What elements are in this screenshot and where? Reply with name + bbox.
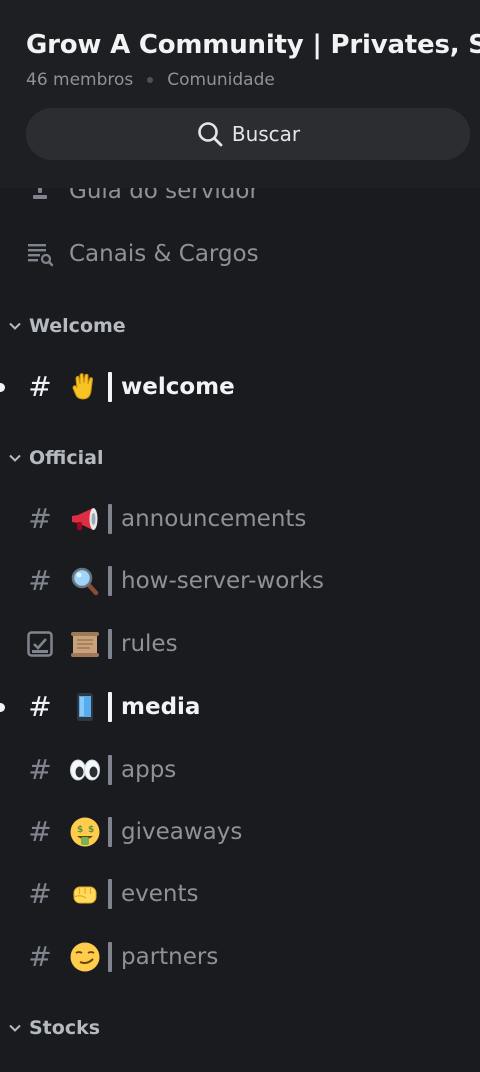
mobile-phone-emoji bbox=[77, 693, 93, 721]
channel-separator bbox=[108, 566, 112, 596]
channel-name: apps bbox=[121, 757, 177, 783]
channel-welcome[interactable]: # welcome bbox=[0, 361, 480, 413]
channel-partners[interactable]: # partners bbox=[0, 931, 480, 983]
megaphone-emoji bbox=[72, 508, 98, 530]
svg-text:$: $ bbox=[88, 825, 94, 835]
text-channel-icon: # bbox=[28, 940, 52, 973]
channel-rules[interactable]: rules bbox=[0, 618, 480, 670]
channel-separator bbox=[108, 879, 112, 909]
server-title[interactable]: Grow A Community | Privates, S… bbox=[26, 30, 480, 60]
text-channel-icon: # bbox=[28, 370, 52, 403]
chevron-down-icon bbox=[9, 1024, 21, 1032]
channel-name: announcements bbox=[121, 506, 307, 532]
unread-indicator bbox=[0, 702, 5, 712]
server-guide-item[interactable]: Guia do servidor bbox=[0, 188, 480, 216]
channel-name: events bbox=[121, 881, 199, 907]
member-count: 46 membros bbox=[26, 70, 134, 90]
server-guide-label: Guia do servidor bbox=[69, 188, 259, 204]
channels-roles-icon bbox=[28, 244, 54, 267]
search-button[interactable]: Buscar bbox=[26, 108, 470, 160]
oncoming-fist-emoji bbox=[73, 886, 97, 904]
category-label: Official bbox=[29, 447, 104, 469]
channel-name: how-server-works bbox=[121, 568, 325, 594]
text-channel-icon: # bbox=[28, 815, 52, 848]
svg-text:$: $ bbox=[77, 825, 83, 835]
channel-name: giveaways bbox=[121, 819, 243, 845]
waving-hand-emoji bbox=[72, 373, 94, 400]
channel-name: partners bbox=[121, 944, 219, 970]
channels-roles-item[interactable]: Canais & Cargos bbox=[0, 229, 480, 279]
chevron-down-icon bbox=[9, 322, 21, 330]
search-icon bbox=[198, 122, 223, 147]
text-channel-icon: # bbox=[28, 877, 52, 910]
channel-announcements[interactable]: # announcements bbox=[0, 493, 480, 545]
eyes-emoji bbox=[70, 759, 100, 781]
unread-indicator bbox=[0, 382, 5, 392]
channel-separator bbox=[108, 755, 112, 785]
channel-media[interactable]: # media bbox=[0, 681, 480, 733]
channel-list[interactable]: Guia do servidor Canais & Cargos Welcome… bbox=[0, 188, 480, 1072]
money-mouth-face-emoji: $ $ bbox=[70, 817, 100, 847]
rules-channel-icon bbox=[27, 631, 53, 657]
category-stocks[interactable]: Stocks bbox=[0, 1010, 480, 1046]
server-meta: 46 membros Comunidade bbox=[26, 70, 275, 90]
channel-name: media bbox=[121, 694, 201, 720]
text-channel-icon: # bbox=[28, 564, 52, 597]
channel-how-server-works[interactable]: # how-server-works bbox=[0, 555, 480, 607]
server-type: Comunidade bbox=[167, 70, 275, 90]
channel-separator bbox=[108, 372, 112, 402]
channels-roles-label: Canais & Cargos bbox=[69, 241, 259, 267]
category-official[interactable]: Official bbox=[0, 440, 480, 476]
search-label: Buscar bbox=[231, 122, 301, 146]
chevron-down-icon bbox=[9, 454, 21, 462]
category-label: Stocks bbox=[29, 1017, 101, 1039]
channel-name: welcome bbox=[121, 374, 235, 400]
channel-giveaways[interactable]: # $ $ giveaways bbox=[0, 806, 480, 858]
text-channel-icon: # bbox=[28, 690, 52, 723]
text-channel-icon: # bbox=[28, 502, 52, 535]
category-label: Welcome bbox=[29, 315, 126, 337]
guide-icon bbox=[33, 188, 47, 199]
separator-dot bbox=[147, 77, 154, 83]
channel-separator bbox=[108, 504, 112, 534]
category-welcome[interactable]: Welcome bbox=[0, 308, 480, 344]
server-header: Grow A Community | Privates, S… 46 membr… bbox=[0, 0, 480, 188]
channel-separator bbox=[108, 942, 112, 972]
text-channel-icon: # bbox=[28, 753, 52, 786]
channel-name: rules bbox=[121, 631, 178, 657]
smirking-face-emoji bbox=[70, 942, 100, 972]
channel-apps[interactable]: # apps bbox=[0, 744, 480, 796]
channel-separator bbox=[108, 629, 112, 659]
channel-separator bbox=[108, 817, 112, 847]
magnifying-glass-emoji bbox=[71, 567, 99, 596]
channel-separator bbox=[108, 692, 112, 722]
scroll-emoji bbox=[71, 632, 99, 657]
channel-events[interactable]: # events bbox=[0, 868, 480, 920]
